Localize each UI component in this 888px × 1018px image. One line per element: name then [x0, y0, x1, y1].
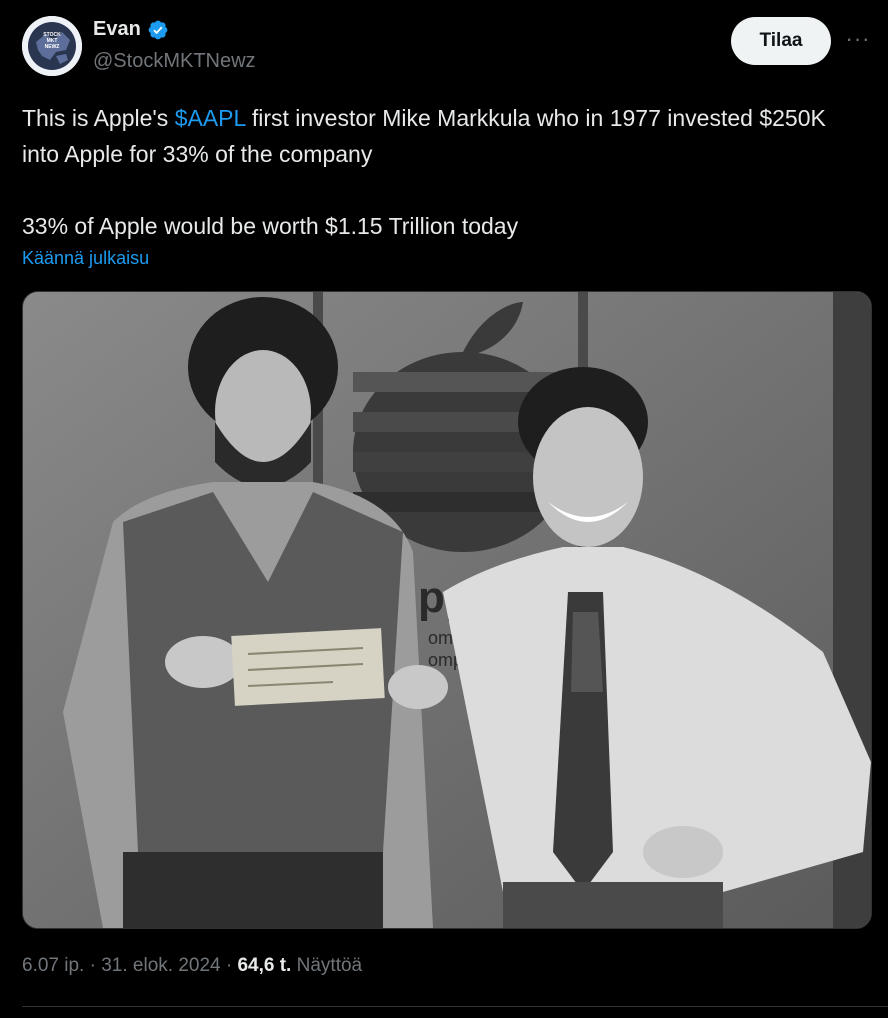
tweet-metadata: 6.07 ip. · 31. elok. 2024 · 64,6 t. Näyt…: [22, 955, 362, 977]
views-label: Näyttöä: [291, 955, 363, 976]
view-count: 64,6 t.: [237, 955, 292, 976]
subscribe-button[interactable]: Tilaa: [731, 17, 831, 65]
tweet-paragraph-2: 33% of Apple would be worth $1.15 Trilli…: [22, 213, 519, 239]
photo-illustration: pple ome/pc omput: [23, 292, 871, 928]
tweet-photo[interactable]: pple ome/pc omput: [22, 291, 872, 929]
check-paper: [231, 628, 385, 706]
svg-text:NEWZ: NEWZ: [45, 44, 60, 50]
tweet-timestamp[interactable]: 6.07 ip. · 31. elok. 2024 ·: [22, 955, 237, 976]
more-options-icon[interactable]: ···: [843, 24, 873, 54]
author-name-row[interactable]: Evan: [93, 18, 169, 41]
tweet-paragraph-1: This is Apple's $AAPL first investor Mik…: [22, 100, 868, 172]
divider: [22, 1006, 888, 1007]
stock-mkt-newz-logo: STOCK MKT NEWZ: [22, 16, 82, 76]
tweet-text: This is Apple's $AAPL first investor Mik…: [22, 100, 868, 244]
author-handle[interactable]: @StockMKTNewz: [93, 50, 256, 73]
tweet-text-part: This is Apple's: [22, 105, 175, 131]
avatar[interactable]: STOCK MKT NEWZ: [22, 16, 82, 76]
verified-badge-icon[interactable]: [147, 19, 169, 41]
author-name[interactable]: Evan: [93, 18, 141, 41]
translate-post-link[interactable]: Käännä julkaisu: [22, 248, 149, 269]
cashtag-link[interactable]: $AAPL: [175, 105, 246, 131]
